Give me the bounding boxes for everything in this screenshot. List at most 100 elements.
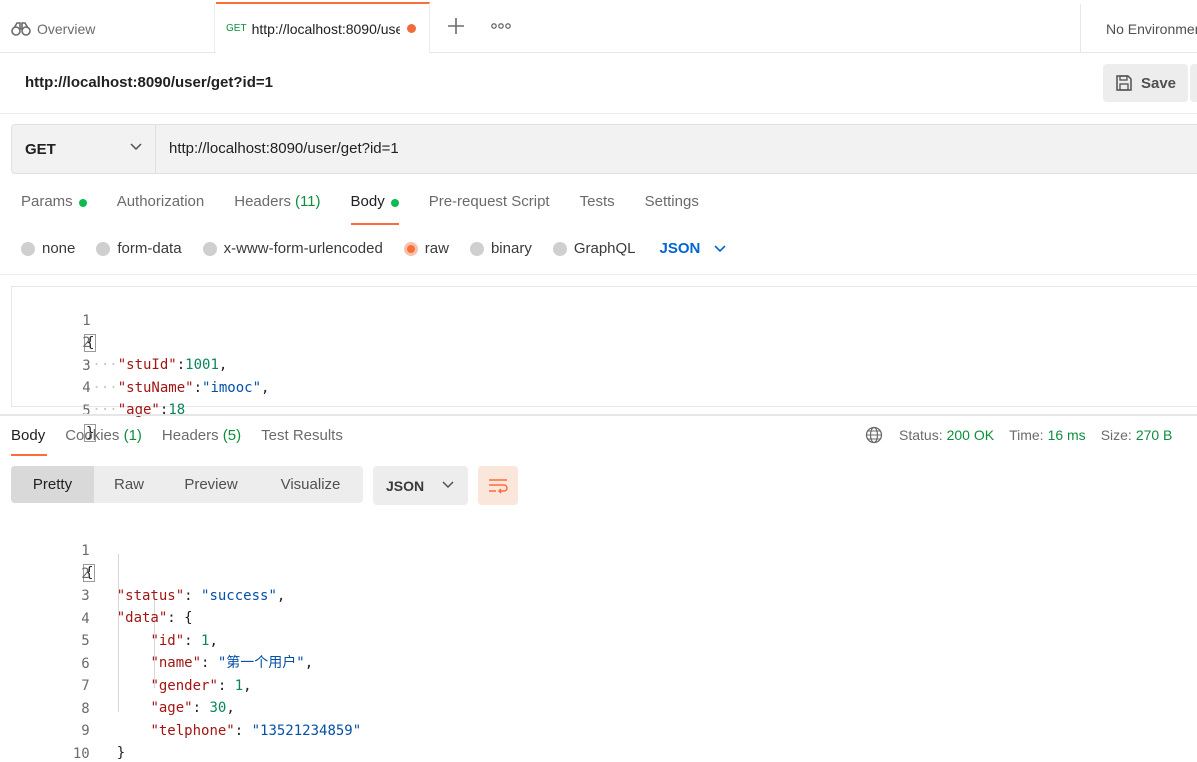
response-tab-test-results[interactable]: Test Results: [261, 427, 343, 456]
line-number: 4: [81, 611, 90, 627]
body-format-select[interactable]: JSON: [660, 240, 727, 257]
status-label: Status:: [899, 427, 943, 443]
tab-overview-label: Overview: [37, 20, 96, 37]
radio-circle-checked: [403, 241, 418, 256]
line-number: 5: [81, 633, 90, 649]
line-number: 10: [72, 746, 90, 762]
json-value: 30: [209, 700, 227, 716]
radio-circle: [96, 241, 111, 256]
radio-none[interactable]: none: [21, 240, 75, 257]
tab-params-label: Params: [21, 193, 73, 210]
line-number: 6: [81, 656, 90, 672]
pane-splitter[interactable]: [0, 414, 1197, 416]
tab-headers[interactable]: Headers (11): [234, 193, 320, 225]
radio-form-data[interactable]: form-data: [96, 240, 182, 257]
json-key: "id": [150, 633, 185, 649]
request-tabs: Params Authorization Headers (11) Body Pr…: [21, 193, 729, 225]
radio-graphql[interactable]: GraphQL: [552, 240, 636, 257]
radio-raw[interactable]: raw: [403, 240, 449, 257]
params-indicator-icon: [78, 199, 87, 207]
method-select[interactable]: GET: [12, 125, 156, 173]
tab-body[interactable]: Body: [350, 193, 399, 225]
radio-form-data-label: form-data: [117, 240, 182, 257]
code-line: 1 {: [12, 288, 97, 352]
radio-circle: [202, 241, 217, 256]
globe-icon[interactable]: [865, 426, 883, 444]
plus-icon: [448, 18, 464, 34]
wrap-lines-button[interactable]: [478, 466, 518, 505]
code-line: 2 ····"stuId":1001,: [12, 310, 227, 373]
response-format-select[interactable]: JSON: [373, 466, 468, 505]
code-line: 6 "gender": 1,: [11, 631, 251, 694]
tab-request[interactable]: GET http://localhost:8090/user/get?id=1: [216, 2, 430, 53]
line-number: 1: [81, 543, 90, 559]
request-body-editor[interactable]: 1 { 2 ····"stuId":1001, 3 ····"stuName":…: [11, 286, 1197, 442]
status-value[interactable]: 200 OK: [947, 427, 994, 443]
radio-binary-label: binary: [490, 240, 532, 257]
view-preview-button[interactable]: Preview: [164, 466, 258, 503]
view-mode-group: Pretty Raw Preview Visualize: [11, 466, 363, 503]
save-button[interactable]: Save: [1103, 64, 1188, 102]
request-title[interactable]: http://localhost:8090/user/get?id=1: [25, 74, 273, 91]
json-key: "stuName": [117, 380, 194, 396]
response-body-viewer[interactable]: 1 { 2 "status": "success", 3 "data": { 4…: [11, 518, 1197, 762]
more-tabs-button[interactable]: [489, 16, 513, 36]
line-number: 3: [81, 588, 90, 604]
code-line: 1 {: [11, 518, 96, 582]
tab-bar: Overview GET http://localhost:8090/user/…: [0, 0, 1197, 53]
line-number: 2: [82, 335, 91, 351]
code-line: 5 "name": "第一个用户",: [11, 608, 313, 671]
line-number: 3: [82, 358, 91, 374]
tab-request-method: GET: [226, 23, 247, 34]
save-label: Save: [1140, 74, 1177, 92]
radio-binary[interactable]: binary: [469, 240, 532, 257]
tab-params[interactable]: Params: [21, 193, 87, 225]
response-tab-cookies[interactable]: Cookies (1): [65, 427, 142, 456]
size-label: Size:: [1100, 427, 1132, 443]
json-value: "imooc": [202, 380, 262, 396]
more-icon: [491, 23, 511, 29]
time-value[interactable]: 16 ms: [1048, 427, 1086, 443]
chevron-down-icon: [714, 244, 726, 252]
time-label: Time:: [1009, 427, 1044, 443]
view-visualize-button[interactable]: Visualize: [258, 466, 363, 503]
view-pretty-button[interactable]: Pretty: [11, 466, 94, 503]
response-tab-headers-label: Headers: [161, 427, 219, 444]
json-key: "stuId": [117, 357, 177, 373]
json-value: 1: [234, 678, 244, 694]
tab-body-label: Body: [350, 193, 385, 210]
new-tab-button[interactable]: [444, 14, 468, 38]
divider: [0, 274, 1197, 275]
json-key: "telphone": [150, 723, 235, 739]
tab-authorization[interactable]: Authorization: [117, 193, 205, 225]
radio-urlencoded-label: x-www-form-urlencoded: [223, 240, 383, 257]
tab-request-url: http://localhost:8090/user/get?id=1: [251, 20, 400, 37]
tab-pre-request-script[interactable]: Pre-request Script: [429, 193, 550, 225]
tab-overview[interactable]: Overview: [0, 4, 215, 53]
method-value: GET: [25, 140, 56, 158]
response-tab-test-results-label: Test Results: [261, 427, 343, 444]
radio-circle: [552, 241, 567, 256]
environment-selector[interactable]: No Environment: [1080, 4, 1197, 53]
divider: [0, 113, 1197, 114]
code-line: 4 ····"age":18: [12, 355, 185, 418]
tab-authorization-label: Authorization: [116, 193, 205, 210]
radio-circle: [469, 241, 484, 256]
tab-tests[interactable]: Tests: [580, 193, 615, 225]
radio-circle: [21, 241, 35, 256]
body-format-value: JSON: [659, 240, 701, 257]
response-tab-headers[interactable]: Headers (5): [162, 427, 241, 456]
json-value: "第一个用户": [217, 655, 305, 671]
wrap-lines-icon: [489, 478, 508, 494]
radio-graphql-label: GraphQL: [573, 240, 636, 257]
url-input[interactable]: http://localhost:8090/user/get?id=1: [169, 140, 399, 157]
view-raw-button[interactable]: Raw: [94, 466, 164, 503]
close-brace: }: [116, 745, 126, 761]
json-key: "name": [150, 655, 202, 671]
size-value[interactable]: 270 B: [1136, 427, 1173, 443]
response-tab-body[interactable]: Body: [11, 427, 48, 456]
radio-urlencoded[interactable]: x-www-form-urlencoded: [202, 240, 383, 257]
tab-headers-label: Headers: [234, 193, 291, 210]
save-options-button[interactable]: [1190, 64, 1197, 102]
tab-settings[interactable]: Settings: [645, 193, 699, 225]
